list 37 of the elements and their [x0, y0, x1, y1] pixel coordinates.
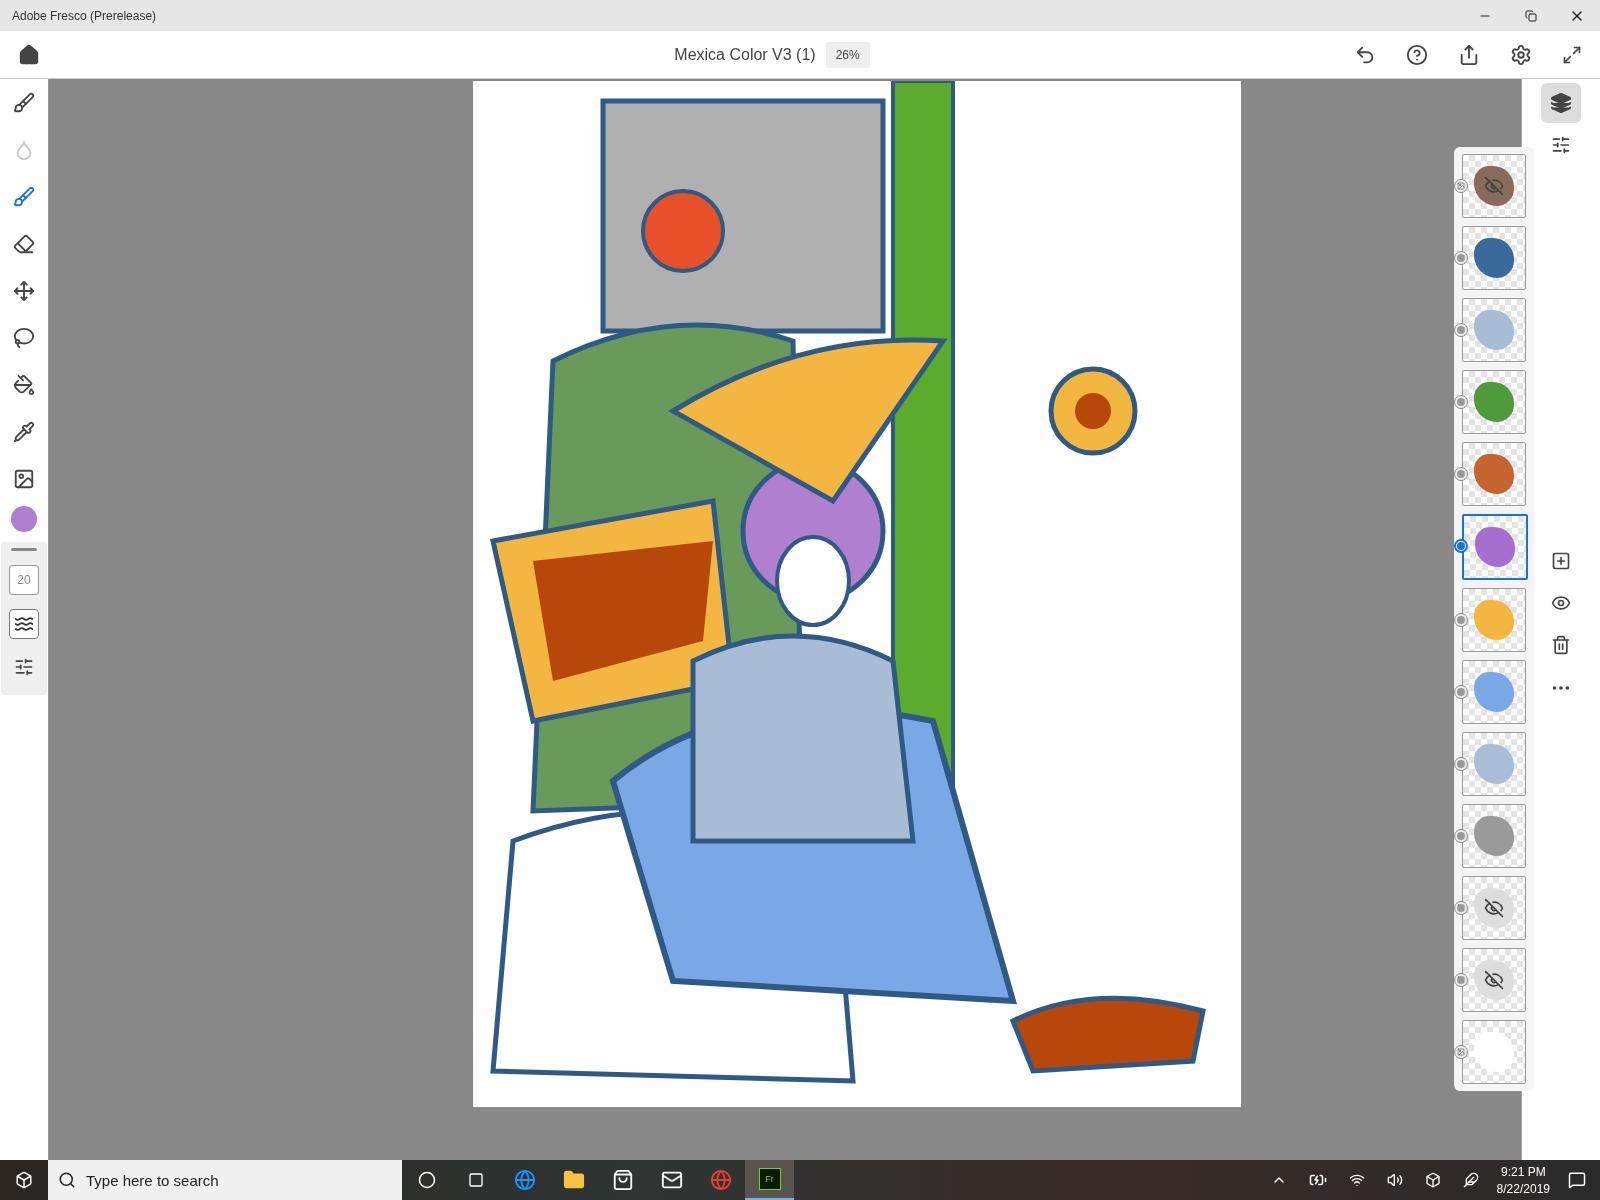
pixel-brush-icon: [13, 91, 35, 114]
layer-thumbnail[interactable]: [1462, 1020, 1526, 1084]
clock[interactable]: 9:21 PM 8/22/2019: [1496, 1164, 1550, 1196]
eraser-icon: [13, 232, 35, 255]
zoom-level[interactable]: 26%: [825, 41, 870, 68]
smoothing-button[interactable]: [9, 609, 39, 639]
lasso-icon: [13, 326, 35, 349]
search-field[interactable]: Type here to search: [48, 1160, 402, 1200]
window-title: Adobe Fresco (Prerelease): [12, 8, 158, 23]
search-icon: [58, 1171, 76, 1189]
layer-thumbnail[interactable]: [1462, 226, 1526, 290]
move-icon: [13, 279, 35, 302]
layer-thumbnail[interactable]: [1462, 514, 1528, 580]
drag-handle[interactable]: [11, 548, 37, 551]
brush-size[interactable]: 20: [9, 565, 39, 595]
document-title: Mexica Color V3 (1): [674, 45, 816, 64]
layer-thumbnail[interactable]: [1462, 660, 1526, 724]
layer-thumbnail[interactable]: [1462, 588, 1526, 652]
layer-thumbnail[interactable]: [1462, 370, 1526, 434]
layers-icon[interactable]: [1541, 83, 1581, 123]
time: 9:21 PM: [1500, 1164, 1546, 1179]
live-brush-icon: [13, 185, 35, 208]
image-icon: [13, 467, 35, 490]
layer-thumbnail[interactable]: [1462, 442, 1526, 506]
layer-thumbnail[interactable]: [1462, 298, 1526, 362]
search-placeholder: Type here to search: [86, 1171, 219, 1189]
wave-icon: [14, 614, 34, 634]
layer-thumbnail[interactable]: [1462, 732, 1526, 796]
date: 8/22/2019: [1496, 1181, 1550, 1196]
layer-thumbnail[interactable]: [1462, 154, 1526, 218]
layer-thumbnail[interactable]: [1462, 948, 1526, 1012]
eyedropper-icon: [13, 420, 35, 443]
fill-icon: [13, 373, 35, 396]
layer-thumbnail[interactable]: [1462, 876, 1526, 940]
fresco-app-icon[interactable]: Fr: [745, 1160, 794, 1200]
color-swatch[interactable]: [11, 506, 37, 532]
layer-thumbnail[interactable]: [1462, 804, 1526, 868]
